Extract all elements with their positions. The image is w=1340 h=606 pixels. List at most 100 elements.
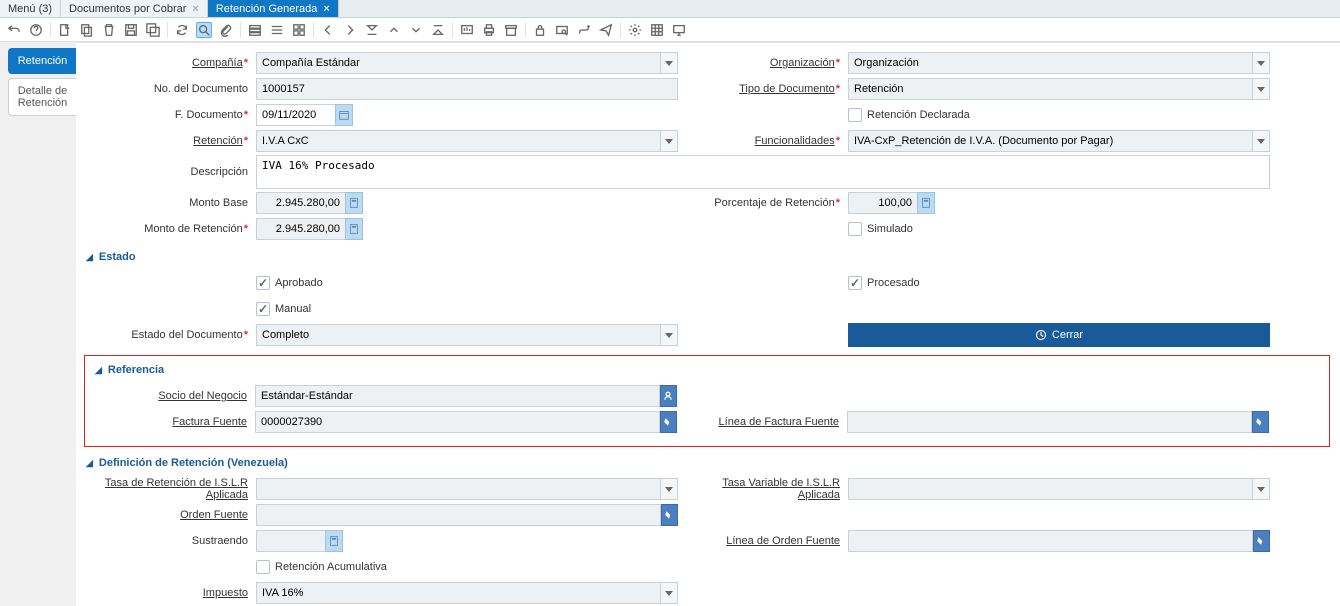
close-icon[interactable]: × <box>192 3 198 15</box>
label-tasa-islr-var: Tasa Variable de I.S.L.R Aplicada <box>722 477 840 501</box>
retencion-select[interactable] <box>256 130 678 152</box>
porc-ret-input[interactable] <box>848 192 918 214</box>
organizacion-select[interactable] <box>848 52 1270 74</box>
search-icon[interactable] <box>196 22 212 38</box>
close-icon[interactable]: × <box>323 3 329 15</box>
toggle-icon[interactable] <box>291 22 307 38</box>
report-icon[interactable] <box>459 22 475 38</box>
workflow-icon[interactable] <box>576 22 592 38</box>
tasa-islr-var-select[interactable] <box>848 478 1270 500</box>
ret-declarada-checkbox[interactable]: Retención Declarada <box>848 108 970 122</box>
new-icon[interactable] <box>57 22 73 38</box>
monto-base-input[interactable] <box>256 192 346 214</box>
linea-orden-fuente-input[interactable] <box>848 530 1253 552</box>
link-icon[interactable] <box>660 411 677 433</box>
chevron-down-icon[interactable] <box>1252 52 1270 74</box>
chevron-down-icon[interactable] <box>660 324 678 346</box>
tab-docs-label: Documentos por Cobrar <box>69 3 186 15</box>
app-root: Menú (3) Documentos por Cobrar × Retenci… <box>0 0 1340 606</box>
tab-docs-cobrar[interactable]: Documentos por Cobrar × <box>61 0 208 17</box>
impuesto-select[interactable] <box>256 582 678 604</box>
cerrar-button[interactable]: Cerrar <box>848 323 1270 347</box>
label-ret-decl: Retención Declarada <box>867 109 970 121</box>
zoom-icon[interactable] <box>554 22 570 38</box>
calendar-icon[interactable] <box>335 104 353 126</box>
simulado-checkbox[interactable]: Simulado <box>848 222 913 236</box>
list-icon[interactable] <box>269 22 285 38</box>
tab-menu-label: Menú (3) <box>8 3 52 15</box>
orden-fuente-input[interactable] <box>256 504 661 526</box>
socio-input[interactable] <box>255 385 660 407</box>
help-icon[interactable] <box>28 22 44 38</box>
toolbar <box>0 18 1340 42</box>
aprobado-checkbox[interactable]: Aprobado <box>256 276 323 290</box>
tab-menu[interactable]: Menú (3) <box>0 0 61 17</box>
last-icon[interactable] <box>430 22 446 38</box>
chevron-down-icon[interactable] <box>1252 130 1270 152</box>
procesado-checkbox[interactable]: Procesado <box>848 276 920 290</box>
funcionalidades-select[interactable] <box>848 130 1270 152</box>
label-orden-fuente: Orden Fuente <box>180 509 248 521</box>
lock-icon[interactable] <box>532 22 548 38</box>
tipo-doc-select[interactable] <box>848 78 1270 100</box>
no-doc-input[interactable] <box>256 78 678 100</box>
refresh-icon[interactable] <box>174 22 190 38</box>
gear-icon[interactable] <box>627 22 643 38</box>
save-icon[interactable] <box>123 22 139 38</box>
save-all-icon[interactable] <box>145 22 161 38</box>
archive-icon[interactable] <box>503 22 519 38</box>
lookup-icon[interactable] <box>660 385 677 407</box>
label-descripcion: Descripción <box>191 166 248 178</box>
label-linea-factura-fuente: Línea de Factura Fuente <box>719 416 839 428</box>
label-factura-fuente: Factura Fuente <box>172 416 247 428</box>
descripcion-textarea[interactable]: IVA 16% Procesado <box>256 155 1270 189</box>
attachment-icon[interactable] <box>218 22 234 38</box>
section-estado-header[interactable]: ◢Estado <box>86 251 1270 263</box>
chevron-down-icon[interactable] <box>660 582 678 604</box>
f-doc-input[interactable] <box>256 104 336 126</box>
csv-icon[interactable] <box>649 22 665 38</box>
monto-ret-input[interactable] <box>256 218 346 240</box>
nav-next-icon[interactable] <box>342 22 358 38</box>
sustraendo-input[interactable] <box>256 530 326 552</box>
send-icon[interactable] <box>598 22 614 38</box>
side-tabs: Retención Detalle de Retención <box>0 42 76 606</box>
chevron-down-icon[interactable] <box>660 130 678 152</box>
calculator-icon[interactable] <box>917 192 935 214</box>
monitor-icon[interactable] <box>671 22 687 38</box>
nav-prev-icon[interactable] <box>320 22 336 38</box>
tasa-islr-select[interactable] <box>256 478 678 500</box>
first-icon[interactable] <box>364 22 380 38</box>
link-icon[interactable] <box>1253 530 1270 552</box>
calculator-icon[interactable] <box>345 192 363 214</box>
delete-icon[interactable] <box>101 22 117 38</box>
down-icon[interactable] <box>408 22 424 38</box>
copy-icon[interactable] <box>79 22 95 38</box>
linea-factura-fuente-input[interactable] <box>847 411 1252 433</box>
factura-fuente-input[interactable] <box>255 411 660 433</box>
print-icon[interactable] <box>481 22 497 38</box>
undo-icon[interactable] <box>6 22 22 38</box>
estado-doc-select[interactable] <box>256 324 678 346</box>
form-content[interactable]: Compañía* Organización* <box>76 42 1340 606</box>
label-tipo-doc: Tipo de Documento <box>739 83 835 95</box>
chevron-down-icon[interactable] <box>660 478 678 500</box>
manual-checkbox[interactable]: Manual <box>256 302 311 316</box>
referencia-highlight-box: ◢Referencia Socio del Negocio <box>84 355 1330 447</box>
ret-acum-checkbox[interactable]: Retención Acumulativa <box>256 560 387 574</box>
link-icon[interactable] <box>661 504 678 526</box>
chevron-down-icon[interactable] <box>1252 78 1270 100</box>
section-def-ret-header[interactable]: ◢Definición de Retención (Venezuela) <box>86 457 1270 469</box>
side-tab-retencion[interactable]: Retención <box>8 48 76 74</box>
calculator-icon[interactable] <box>325 530 343 552</box>
chevron-down-icon[interactable] <box>660 52 678 74</box>
grid-icon[interactable] <box>247 22 263 38</box>
calculator-icon[interactable] <box>345 218 363 240</box>
side-tab-detalle[interactable]: Detalle de Retención <box>8 78 76 116</box>
section-referencia-header[interactable]: ◢Referencia <box>95 364 1329 376</box>
chevron-down-icon[interactable] <box>1252 478 1270 500</box>
up-icon[interactable] <box>386 22 402 38</box>
compania-select[interactable] <box>256 52 678 74</box>
tab-retencion-generada[interactable]: Retención Generada × <box>208 0 339 17</box>
link-icon[interactable] <box>1252 411 1269 433</box>
